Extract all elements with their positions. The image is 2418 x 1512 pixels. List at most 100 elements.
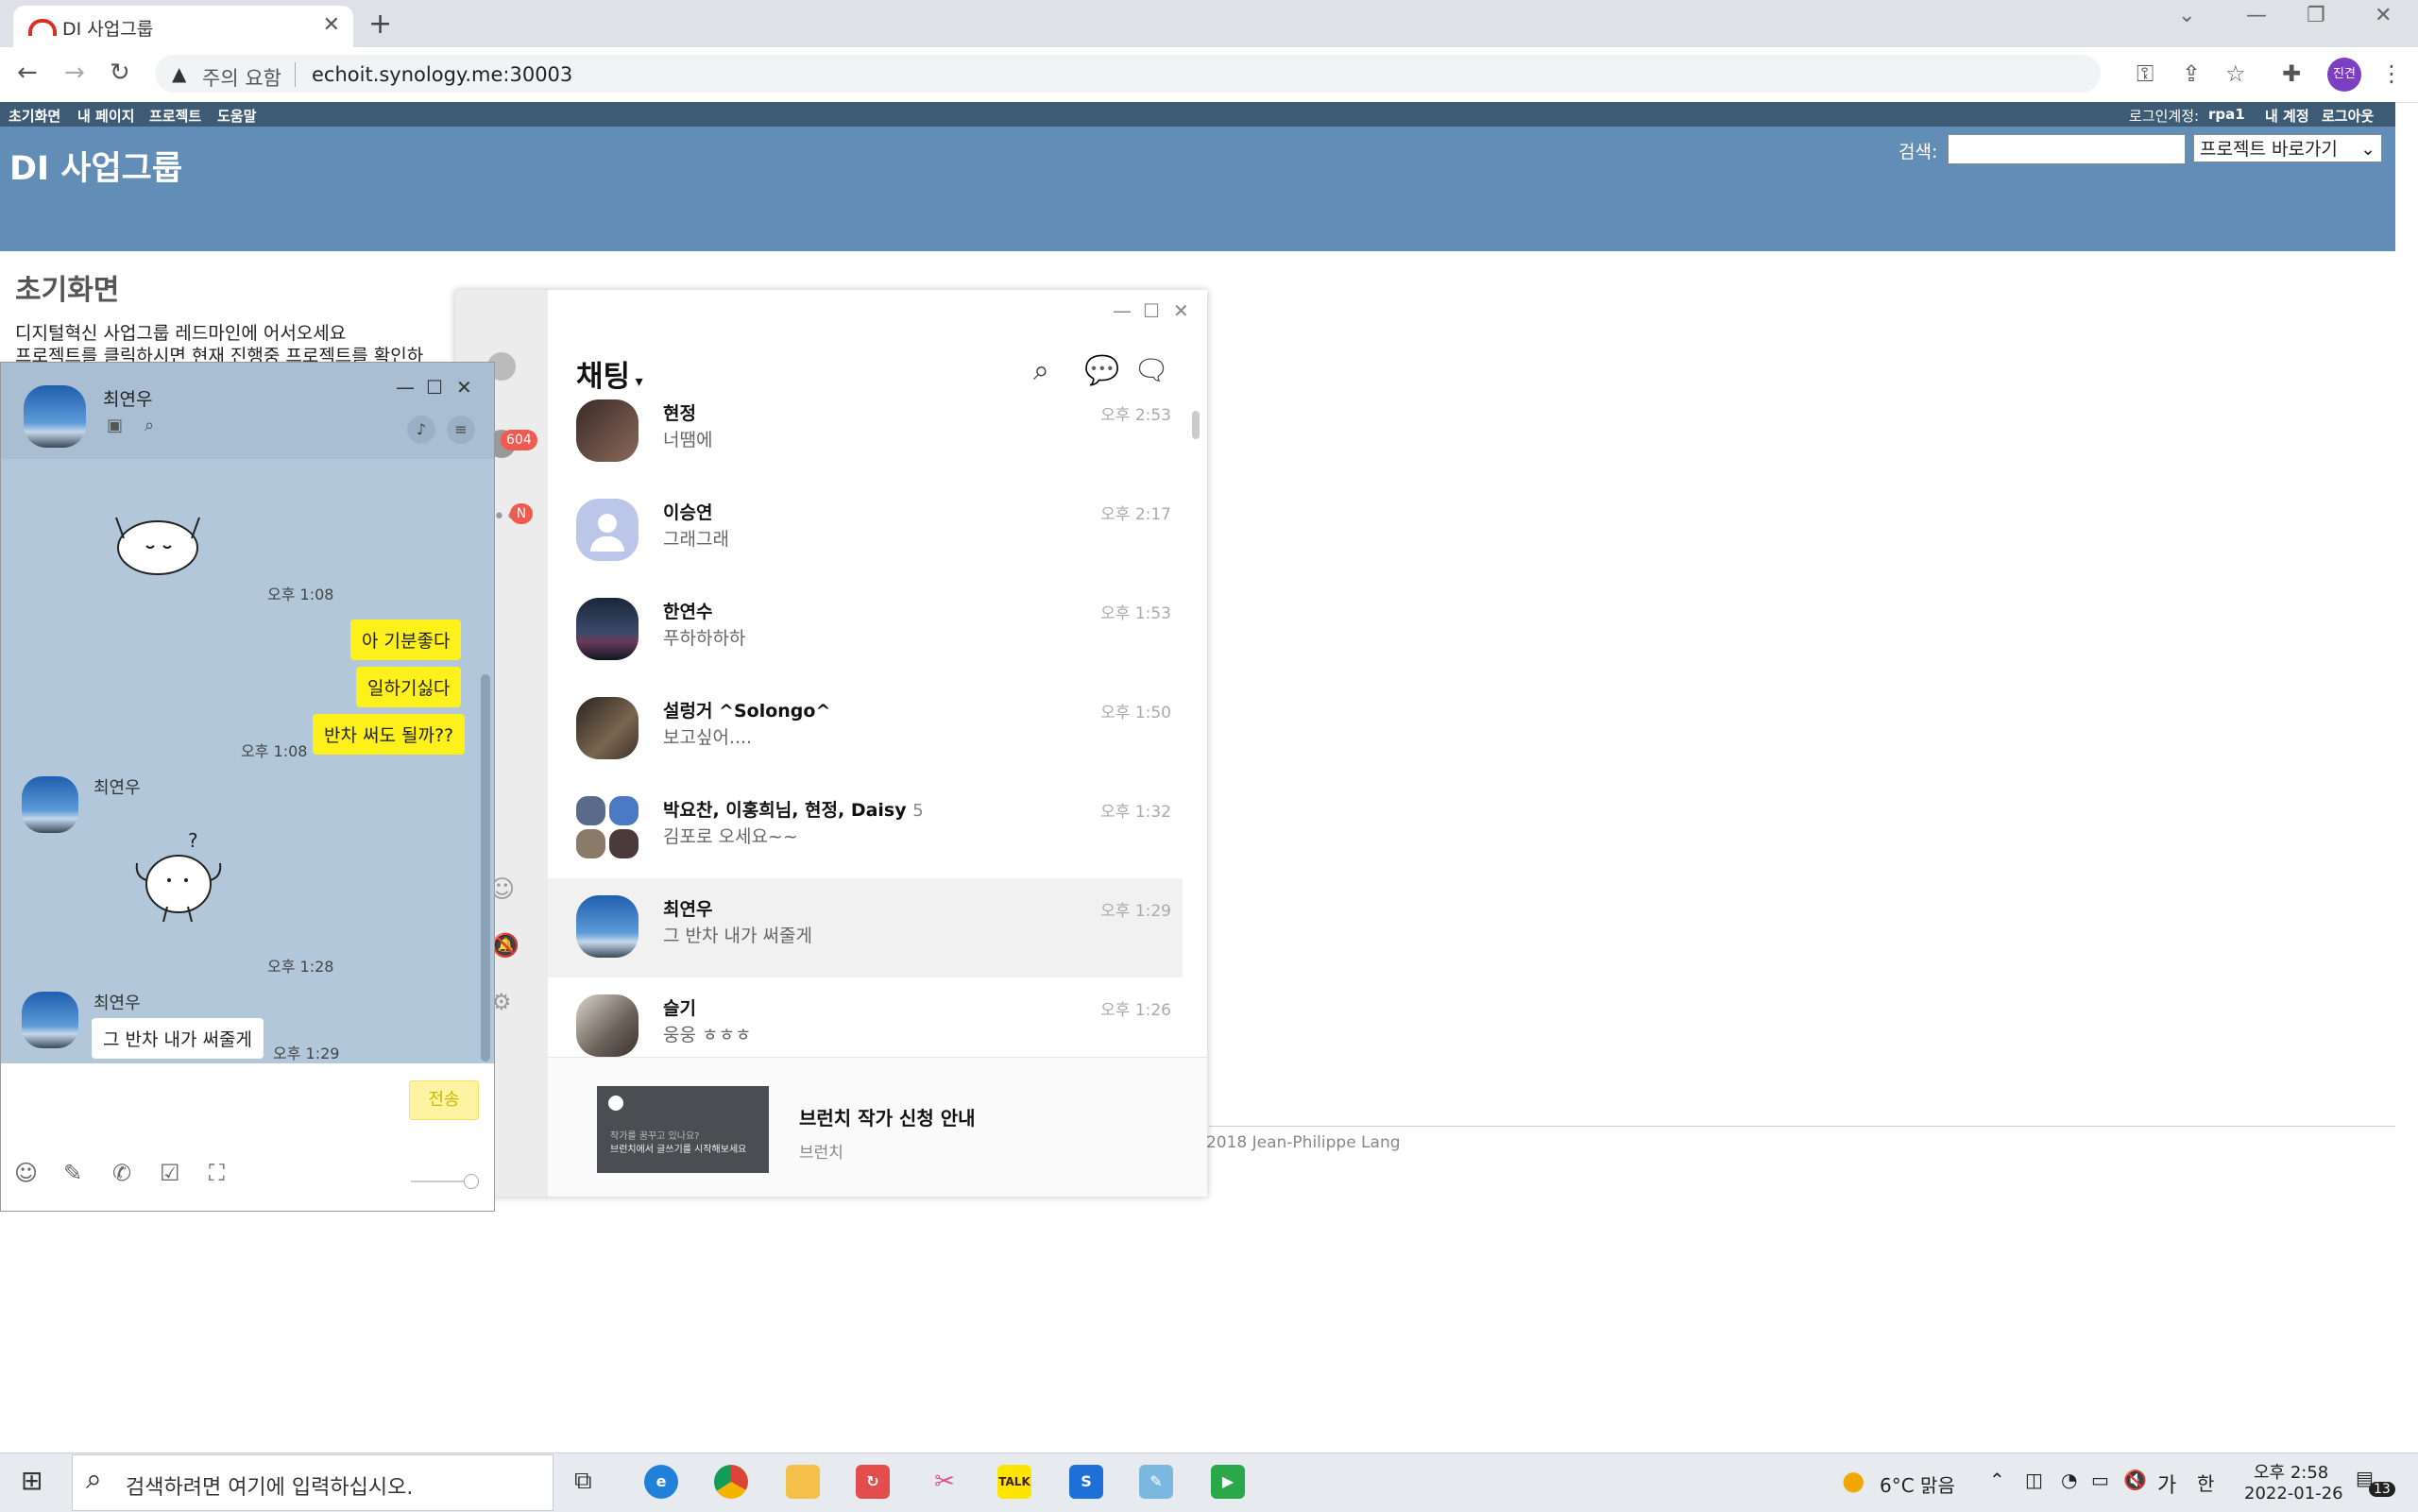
avatar [576,895,639,958]
chat-row-hanyeonsu[interactable]: 한연수 푸하하하하 오후 1:53 [548,581,1183,680]
password-key-icon[interactable]: ⚿ [2137,60,2154,87]
notepad-icon[interactable]: ✎ [1139,1465,1173,1499]
call-icon[interactable]: ✆ [112,1160,131,1186]
search-icon[interactable]: ⌕ [1033,354,1049,387]
ime-mode[interactable]: 가 [2157,1469,2176,1499]
chat-row-choiyeonwoo[interactable]: 최연우 그 반차 내가 써줄게 오후 1:29 [548,878,1183,977]
maximize-icon[interactable]: ☐ [426,376,443,399]
browser-menu-icon[interactable]: ⋮ [2380,60,2403,87]
chat-list-scrollbar[interactable] [1192,411,1200,439]
clock-time[interactable]: 오후 2:58 [2254,1459,2328,1484]
my-message[interactable]: 일하기싫다 [356,667,462,707]
send-button[interactable]: 전송 [409,1080,479,1120]
kt-close-button[interactable]: ✕ [1173,299,1189,322]
weather-sun-icon[interactable]: ● [1842,1465,1865,1496]
s-app-icon[interactable]: S [1069,1465,1103,1499]
reload-icon[interactable]: ↻ [110,59,130,87]
notification-count-badge: 13 [2369,1482,2395,1497]
avatar[interactable] [24,385,86,448]
site-title[interactable]: DI 사업그룹 [9,142,182,190]
browser-tab[interactable]: DI 사업그룹 ✕ [13,6,353,47]
message-input-area[interactable]: 전송 ☺ ✎ ✆ ☑ ⛶ [1,1063,494,1211]
restore-window-button[interactable]: ❐ [2307,4,2325,27]
sync-app-icon[interactable]: ↻ [856,1465,890,1499]
calendar-icon[interactable]: ☑ [160,1160,180,1186]
close-icon[interactable]: ✕ [456,376,472,399]
my-account-link[interactable]: 내 계정 [2265,106,2309,126]
weather-text[interactable]: 6°C 맑음 [1880,1470,1955,1498]
volume-muted-icon[interactable]: 🔇 [2123,1469,2147,1491]
chatroom-scrollbar[interactable] [481,674,490,1062]
default-person-icon [598,514,617,533]
tab-close-icon[interactable]: ✕ [323,13,340,37]
meet-icon[interactable]: ◫ [2025,1469,2043,1491]
notification-off-icon[interactable]: 🔕 [491,932,519,959]
chat-tab-title[interactable]: 채팅 ▾ [576,352,643,395]
security-warning[interactable]: 주의 요함 [202,63,281,92]
back-icon[interactable]: ← [17,59,38,87]
kakaotalk-icon[interactable]: TALK [997,1465,1031,1499]
ad-banner[interactable]: 작가를 꿈꾸고 있나요? 브런치에서 글쓰기를 시작해보세요 브런치 작가 신청… [548,1057,1207,1197]
chat-row-group[interactable]: 박요찬, 이홍희님, 현정, Daisy 5 김포로 오세요~~ 오후 1:32 [548,779,1183,878]
minimize-icon[interactable]: — [396,376,415,399]
url-text[interactable]: echoit.synology.me:30003 [312,63,572,86]
kt-minimize-button[interactable]: — [1113,299,1132,322]
avatar[interactable] [22,776,78,833]
edge-icon[interactable]: e [644,1465,678,1499]
chrome-icon[interactable] [714,1465,748,1499]
share-icon[interactable]: ⇪ [2182,60,2201,87]
address-bar[interactable]: ▲ 주의 요함 echoit.synology.me:30003 [155,55,2101,93]
banner-subtitle: 브런치 [799,1144,843,1163]
avatar[interactable] [22,992,78,1048]
task-view-icon[interactable]: ⧉ [574,1467,592,1496]
emoticon-icon[interactable]: ☺ [14,1160,38,1186]
clock-date[interactable]: 2022-01-26 [2244,1484,2343,1504]
menu-icon[interactable]: ≡ [447,416,475,444]
chat-name: 박요찬, 이홍희님, 현정, Daisy 5 [663,796,924,822]
logout-link[interactable]: 로그아웃 [2322,106,2374,126]
minimize-window-button[interactable]: — [2246,4,2267,27]
chatroom-partner-name: 최연우 [103,389,153,410]
menu-projects[interactable]: 프로젝트 [149,106,201,126]
search-icon[interactable]: ⌕ [145,416,154,435]
extensions-puzzle-icon[interactable]: ✚ [2282,60,2301,87]
attach-file-icon[interactable]: ✎ [63,1160,82,1186]
battery-icon[interactable]: ▭ [2091,1469,2109,1491]
new-tab-button[interactable]: + [368,8,392,41]
menu-my-page[interactable]: 내 페이지 [77,106,134,126]
group-avatar [576,796,639,858]
snipping-tool-icon[interactable]: ✂ [928,1465,962,1499]
media-player-icon[interactable]: ▶ [1211,1465,1245,1499]
my-message[interactable]: 아 기분좋다 [350,620,462,660]
chat-row-leeseungyeon[interactable]: 이승연 그래그래 오후 2:17 [548,482,1183,581]
emoticon-blob-icon [115,517,200,575]
chat-row-solongo[interactable]: 설렁거 ^Solongo^ 보고싶어.... 오후 1:50 [548,680,1183,779]
project-jump-select[interactable]: 프로젝트 바로가기 ⌄ [2193,134,2382,162]
close-window-button[interactable]: ✕ [2375,4,2392,27]
partner-message[interactable]: 그 반차 내가 써줄게 [92,1018,264,1059]
menu-home[interactable]: 초기화면 [9,106,60,126]
windows-start-icon[interactable]: ⊞ [21,1465,43,1496]
opacity-slider-knob[interactable] [464,1174,479,1189]
search-input[interactable] [1948,134,2186,164]
taskbar-search-box[interactable]: ⌕ 검색하려면 여기에 입력하십시오. [72,1454,553,1511]
capture-icon[interactable]: ⛶ [209,1160,225,1186]
my-message[interactable]: 반차 써도 될까?? [313,714,466,755]
tray-chevron-icon[interactable]: ⌃ [1989,1469,2005,1491]
tab-search-icon[interactable]: ⌄ [2178,4,2195,27]
open-chat-icon[interactable]: 💬 [1084,354,1119,387]
kt-maximize-button[interactable]: ☐ [1143,299,1160,322]
forward-icon[interactable]: → [64,59,85,87]
bookmark-star-icon[interactable]: ☆ [2225,60,2246,87]
ime-hangul[interactable]: 한 [2197,1469,2214,1496]
drawer-icon[interactable]: ▣ [107,416,123,435]
file-explorer-icon[interactable] [786,1465,820,1499]
notification-bell-icon[interactable]: ♪ [407,416,435,444]
wifi-icon[interactable]: ◔ [2061,1469,2077,1491]
new-chat-icon[interactable]: 🗨 [1133,354,1169,387]
chat-row-hyeonjeong[interactable]: 현정 너땜에 오후 2:53 [548,394,1183,482]
menu-help[interactable]: 도움말 [217,106,256,126]
logged-in-user[interactable]: rpa1 [2208,106,2245,123]
warning-icon[interactable]: ▲ [172,62,186,85]
profile-avatar[interactable]: 진견 [2327,58,2361,92]
